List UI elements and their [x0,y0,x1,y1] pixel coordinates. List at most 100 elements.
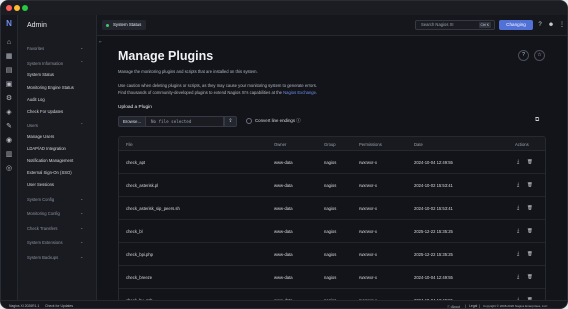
file-cell: check_asterisk_sip_peers.sh [126,206,180,211]
column-header-group[interactable]: Group [324,142,336,147]
file-cell: check_bl [126,229,143,234]
sidebar-section-favorites[interactable]: Favorites [27,46,44,51]
gear-icon[interactable]: ⚙ [5,95,13,103]
chevron-up-icon[interactable]: ⌃ [80,122,83,127]
upload-plugin-label: Upload a Plugin [118,105,152,110]
tools-icon[interactable]: ▥ [5,151,13,159]
table-header: File Owner Group Permissions Date Action… [119,137,545,151]
chevron-down-icon[interactable]: ⌄ [80,225,83,230]
column-header-owner[interactable]: Owner [274,142,286,147]
chevron-down-icon[interactable]: ⌄ [80,196,83,201]
file-cell: check_asterisk.pl [126,183,159,188]
column-header-file[interactable]: File [126,142,133,147]
description-line-1: Manage the monitoring plugins and script… [118,69,258,74]
wrench-icon[interactable]: ✎ [5,123,13,131]
chevron-down-icon[interactable]: ⌄ [80,210,83,215]
browse-button[interactable]: Browse... [118,116,146,127]
sidebar-item-check-for-updates[interactable]: Check For Updates [27,109,63,114]
convert-line-endings-label: Convert line endings ⓘ [255,118,301,123]
sidebar-section-system-config[interactable]: System Config [27,197,54,202]
chevron-up-icon[interactable]: ⌃ [80,60,83,65]
sidebar-section-system-information[interactable]: System Information [27,61,63,66]
sidebar-item-manage-users[interactable]: Manage Users [27,134,54,139]
download-icon[interactable]: ⤓ [517,205,519,211]
minimize-window-button[interactable] [14,5,20,11]
sidebar-item-notification-management[interactable]: Notification Management [27,158,73,163]
maximize-window-button[interactable] [22,5,28,11]
owner-cell: www-data [274,206,293,211]
grid-icon[interactable]: ▣ [5,81,13,89]
trash-icon[interactable]: 🗑 [527,159,533,165]
download-icon[interactable]: ⤓ [517,228,519,234]
search-input[interactable]: Search Nagios XI Ctrl K [415,20,495,30]
top-bar: System Status Search Nagios XI Ctrl K Ch… [97,15,567,36]
trash-icon[interactable]: 🗑 [527,251,533,257]
sidebar-section-system-backups[interactable]: System Backups [27,255,58,260]
dashboard-icon[interactable]: ▦ [5,53,13,61]
app-window: N ⌂ ▦ ▤ ▣ ⚙ ◈ ✎ ◉ ▥ ◎ Admin Favorites ⌄ … [0,0,568,309]
trash-icon[interactable]: 🗑 [527,205,533,211]
separator: | [465,303,466,308]
sidebar-section-users[interactable]: Users [27,123,38,128]
nagios-exchange-link[interactable]: Nagios Exchange [283,90,316,95]
star-icon[interactable]: ☆ [534,50,545,61]
trash-icon[interactable]: 🗑 [527,228,533,234]
check-for-updates-link[interactable]: Check for Updates [45,304,73,308]
download-icon[interactable]: ⤓ [517,274,519,280]
close-window-button[interactable] [6,5,12,11]
sidebar-item-system-status[interactable]: System Status [27,72,54,77]
footer: Nagios XI 2026R1.1 Check for Updates ⓘ A… [1,300,567,309]
changing-button[interactable]: Changing [499,20,533,30]
download-icon[interactable]: ⤓ [517,251,519,257]
table-row: check_by_sshwww-datanagiosrwxrwxr-x2024-… [119,289,545,300]
upload-button[interactable]: ⇪ [224,116,237,127]
convert-line-endings-checkbox[interactable] [246,118,252,124]
help-icon[interactable]: ? [536,21,544,29]
owner-cell: www-data [274,275,293,280]
download-icon[interactable]: ⤓ [517,182,519,188]
column-header-date[interactable]: Date [414,142,423,147]
notifications-icon[interactable]: ◉ [5,137,13,145]
title-bar [1,1,567,15]
sidebar-section-monitoring-config[interactable]: Monitoring Config [27,211,60,216]
tab-system-status[interactable]: System Status [102,20,147,30]
sidebar-section-check-transfers[interactable]: Check Transfers [27,226,58,231]
group-cell: nagios [324,160,337,165]
sidebar-section-system-extensions[interactable]: System Extensions [27,240,63,245]
sidebar-item-external-sso[interactable]: External Sign-On (SSO) [27,170,72,175]
date-cell: 2024-10-02 15:53:41 [414,206,453,211]
column-header-permissions[interactable]: Permissions [359,142,382,147]
reports-icon[interactable]: ◈ [5,109,13,117]
search-shortcut-badge: Ctrl K [478,22,491,28]
views-icon[interactable]: ▤ [5,67,13,75]
owner-cell: www-data [274,252,293,257]
trash-icon[interactable]: 🗑 [527,182,533,188]
download-icon[interactable]: ⤓ [517,159,519,165]
file-input[interactable]: No file selected [146,116,224,127]
icon-rail: N ⌂ ▦ ▤ ▣ ⚙ ◈ ✎ ◉ ▥ ◎ [1,15,18,308]
sidebar-item-monitoring-engine-status[interactable]: Monitoring Engine Status [27,85,74,90]
external-link-icon[interactable]: ⧉ [535,117,539,124]
sidebar-item-ldap-ad[interactable]: LDAP/AD Integration [27,146,66,151]
trash-icon[interactable]: 🗑 [527,274,533,280]
more-icon[interactable]: ⋮ [558,21,566,29]
upload-icon: ⇪ [228,118,233,124]
permissions-cell: rwxrwxr-x [359,252,377,257]
help-icon[interactable]: ? [518,50,529,61]
sidebar-item-user-sessions[interactable]: User Sessions [27,182,54,187]
chevron-down-icon[interactable]: ⌄ [80,254,83,259]
permissions-cell: rwxrwxr-x [359,206,377,211]
user-icon[interactable]: ☻ [547,21,555,29]
legal-link[interactable]: Legal [469,304,477,308]
home-icon[interactable]: ⌂ [5,39,13,47]
chevron-down-icon[interactable]: ⌄ [80,45,83,50]
info-icon[interactable]: ⓘ [296,118,300,123]
group-cell: nagios [324,229,337,234]
about-link[interactable]: ⓘ About [447,304,460,309]
nagios-logo-icon[interactable]: N [5,20,13,28]
table-row: check_breeze www-data nagios rwxrwxr-x 2024-… [119,266,545,289]
chevron-down-icon[interactable]: ⌄ [80,239,83,244]
sidebar-item-audit-log[interactable]: Audit Log [27,97,45,102]
help-icon[interactable]: ◎ [5,165,13,173]
collapse-sidebar-icon[interactable]: ⇤ [99,39,102,44]
